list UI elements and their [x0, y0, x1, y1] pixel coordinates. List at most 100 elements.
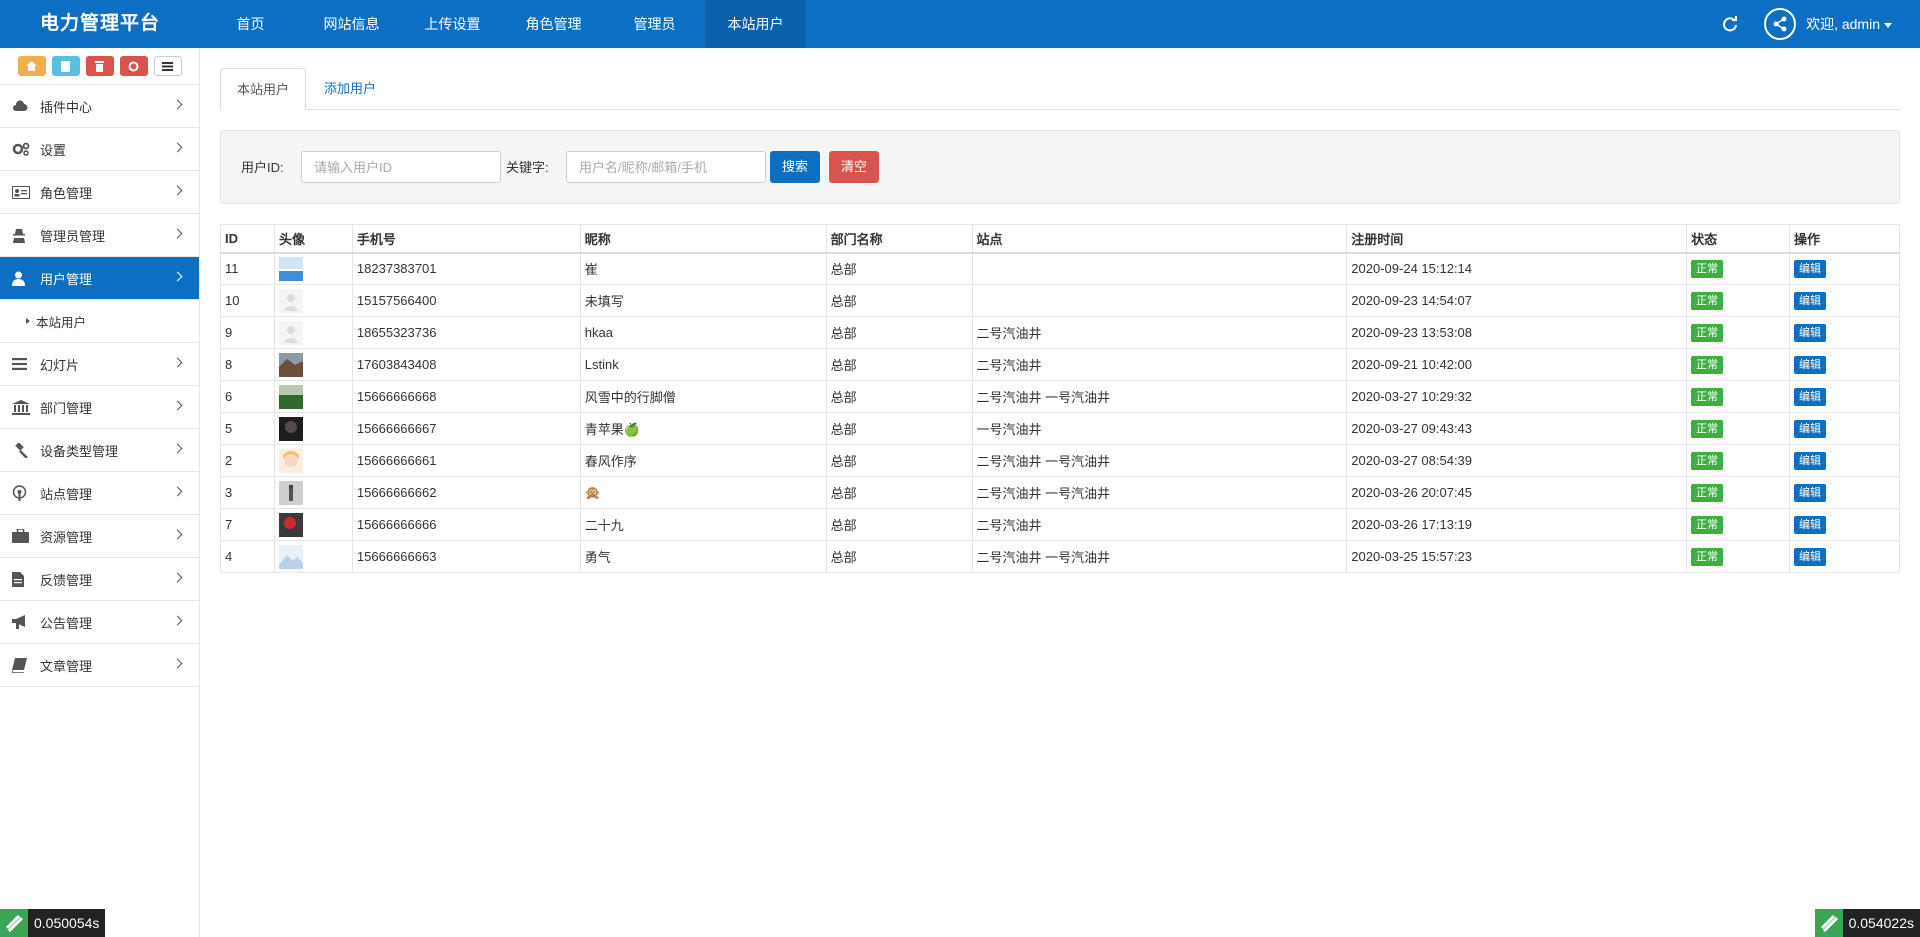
edit-button[interactable]: 编辑	[1794, 451, 1827, 470]
cell-phone: 15666666661	[351, 444, 581, 477]
sidebar-item[interactable]: 角色管理	[0, 171, 199, 214]
avatar[interactable]	[278, 416, 348, 441]
table-row: 5 15666666667 青苹果🍏 总部 一号汽油井 2020-03-27 09:43:…	[220, 412, 1900, 445]
status-badge: 正常	[1691, 547, 1724, 566]
sidebar-item[interactable]: 站点管理	[0, 472, 199, 515]
clear-button[interactable]: 清空	[829, 151, 880, 183]
edit-button[interactable]: 编辑	[1794, 515, 1827, 534]
cell-actions: 编辑	[1789, 444, 1900, 477]
timer-right-value: 0.054022s	[1848, 915, 1914, 931]
chevron-right-icon	[172, 572, 183, 583]
avatar[interactable]	[278, 256, 348, 281]
cell-avatar	[273, 348, 353, 381]
cell-site: 二号汽油井	[971, 348, 1348, 381]
brand-title[interactable]: 电力管理平台	[0, 0, 200, 48]
edit-button[interactable]: 编辑	[1794, 259, 1827, 278]
top-nav-item[interactable]: 上传设置	[402, 0, 503, 48]
top-nav-item[interactable]: 网站信息	[301, 0, 402, 48]
edit-button[interactable]: 编辑	[1794, 291, 1827, 310]
top-nav-item[interactable]: 本站用户	[705, 0, 806, 48]
avatar[interactable]	[278, 512, 348, 537]
avatar[interactable]	[278, 448, 348, 473]
cell-phone: 18655323736	[351, 316, 581, 349]
cell-status: 正常	[1686, 380, 1791, 413]
cell-register-time: 2020-03-25 15:57:23	[1346, 540, 1688, 573]
edit-button[interactable]: 编辑	[1794, 387, 1827, 406]
recycle-icon[interactable]	[119, 56, 148, 76]
avatar[interactable]	[278, 544, 348, 569]
sidebar-item-label: 站点管理	[40, 486, 93, 502]
user-id-input[interactable]	[301, 151, 501, 183]
cell-actions: 编辑	[1789, 284, 1900, 317]
sidebar-item[interactable]: 用户管理	[0, 257, 199, 300]
gears-icon	[12, 141, 34, 157]
sidebar-item[interactable]: 设置	[0, 128, 199, 171]
sidebar-item[interactable]: 反馈管理	[0, 558, 199, 601]
avatar[interactable]	[278, 352, 348, 377]
chevron-right-icon	[172, 271, 183, 282]
sidebar-item[interactable]: 管理员管理	[0, 214, 199, 257]
file-icon[interactable]	[51, 56, 80, 76]
cell-site: 二号汽油井 一号汽油井	[971, 540, 1348, 573]
home-icon[interactable]	[17, 56, 46, 76]
cell-actions: 编辑	[1789, 348, 1900, 381]
cell-id: 9	[220, 316, 275, 349]
table-row: 11 18237383701 崔总部 2020-09-24 15:12:14 正常 编辑	[220, 252, 1900, 285]
cell-phone: 15666666668	[351, 380, 581, 413]
sidebar-item[interactable]: 资源管理	[0, 515, 199, 558]
cell-actions: 编辑	[1789, 412, 1900, 445]
sidebar-item[interactable]: 插件中心	[0, 85, 199, 128]
edit-button[interactable]: 编辑	[1794, 547, 1827, 566]
avatar[interactable]	[278, 480, 348, 505]
trash-icon[interactable]	[85, 56, 114, 76]
edit-button[interactable]: 编辑	[1794, 483, 1827, 502]
cell-nickname: 风雪中的行脚僧	[579, 380, 827, 413]
avatar[interactable]	[278, 384, 348, 409]
sidebar-item[interactable]: 文章管理	[0, 644, 199, 687]
sidebar-item[interactable]: 公告管理	[0, 601, 199, 644]
sidebar-menu: 插件中心 设置 角色管理 管理员管理 用户管理 本站用户幻灯片部门管理 设备类型管理站点管理…	[0, 85, 199, 687]
tab-site-users[interactable]: 本站用户	[220, 68, 307, 110]
user-menu[interactable]: 欢迎, admin	[1806, 14, 1892, 34]
cell-nickname: 崔	[579, 252, 827, 285]
edit-button[interactable]: 编辑	[1794, 355, 1827, 374]
chevron-right-icon	[172, 400, 183, 411]
bullhorn-icon	[12, 614, 34, 630]
edit-button[interactable]: 编辑	[1794, 419, 1827, 438]
cell-site: 二号汽油井 一号汽油井	[971, 444, 1348, 477]
cell-nickname: 未填写	[579, 284, 827, 317]
cell-department: 总部	[825, 412, 973, 445]
list-icon[interactable]	[153, 56, 182, 76]
search-button[interactable]: 搜索	[770, 151, 821, 183]
caret-right-icon	[26, 318, 30, 324]
tab-bar: 本站用户 添加用户	[220, 68, 1900, 110]
keyword-input[interactable]	[566, 151, 766, 183]
logo-icon	[1814, 909, 1843, 937]
cell-department: 总部	[825, 252, 973, 285]
avatar[interactable]	[278, 288, 348, 313]
cell-actions: 编辑	[1789, 316, 1900, 349]
sidebar-item[interactable]: 幻灯片	[0, 343, 199, 386]
cell-department: 总部	[825, 444, 973, 477]
column-header: 站点	[971, 224, 1348, 254]
cell-department: 总部	[825, 284, 973, 317]
tab-add-user[interactable]: 添加用户	[308, 68, 392, 110]
chevron-right-icon	[172, 142, 183, 153]
top-nav-item[interactable]: 首页	[200, 0, 301, 48]
avatar[interactable]	[278, 320, 348, 345]
sidebar-item[interactable]: 设备类型管理	[0, 429, 199, 472]
table-row: 6 15666666668 风雪中的行脚僧 总部 二号汽油井 一号汽油井 2020-03-…	[220, 380, 1900, 413]
podcast-icon	[12, 485, 34, 501]
share-icon[interactable]	[1764, 8, 1797, 40]
top-nav-item[interactable]: 角色管理	[503, 0, 604, 48]
sidebar-subitem[interactable]: 本站用户	[0, 300, 199, 343]
sidebar-item[interactable]: 部门管理	[0, 386, 199, 429]
chevron-right-icon	[172, 658, 183, 669]
top-nav-item[interactable]: 管理员	[604, 0, 705, 48]
cell-id: 8	[220, 348, 275, 381]
edit-button[interactable]: 编辑	[1794, 323, 1827, 342]
refresh-icon[interactable]	[1720, 14, 1740, 34]
cell-nickname: 青苹果🍏	[579, 412, 827, 445]
sidebar-item-label: 幻灯片	[40, 357, 80, 373]
status-badge: 正常	[1691, 451, 1724, 470]
